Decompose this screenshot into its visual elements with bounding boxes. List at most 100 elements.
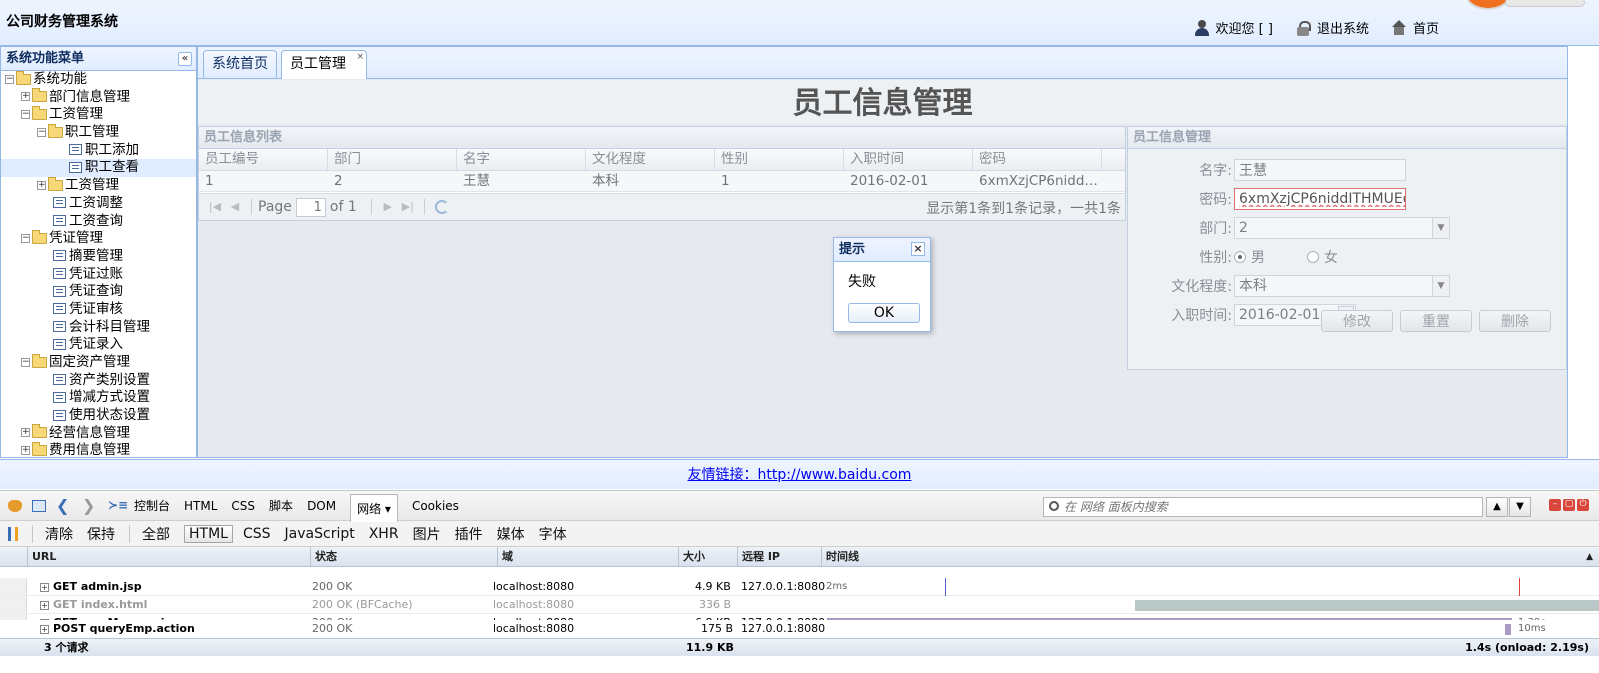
name-input[interactable] xyxy=(1234,159,1406,181)
inspect-icon[interactable] xyxy=(32,499,46,512)
gender-female-radio[interactable] xyxy=(1307,251,1319,263)
collapse-node-icon[interactable]: − xyxy=(5,74,14,84)
expand-node-icon[interactable]: + xyxy=(21,428,30,438)
col-size[interactable]: 大小 xyxy=(678,547,737,567)
sidebar-item[interactable]: 使用状态设置 xyxy=(1,407,196,425)
sidebar-item[interactable]: 会计科目管理 xyxy=(1,319,196,337)
filter-fonts[interactable]: 字体 xyxy=(539,524,567,544)
sidebar-item[interactable]: 职工添加 xyxy=(1,142,196,160)
filter-images[interactable]: 图片 xyxy=(413,524,441,544)
col-header-education[interactable]: 文化程度 xyxy=(586,149,715,170)
sort-arrow-icon[interactable]: ▲ xyxy=(1586,547,1593,567)
sidebar-item[interactable]: 凭证查询 xyxy=(1,283,196,301)
search-up-button[interactable]: ▲ xyxy=(1486,497,1508,517)
network-row-queryemp[interactable]: + POST queryEmp.action 200 OK localhost:8… xyxy=(0,620,1599,638)
sidebar-item[interactable]: − 系统功能 xyxy=(1,70,196,89)
delete-button[interactable]: 删除 xyxy=(1479,310,1551,332)
devtools-tab-html[interactable]: HTML xyxy=(184,499,217,513)
friend-link[interactable]: 友情链接：http://www.baidu.com xyxy=(688,467,912,483)
sidebar-collapse-button[interactable]: « xyxy=(178,52,192,66)
collapse-node-icon[interactable]: − xyxy=(21,233,30,243)
tab-employee-manage[interactable]: 员工管理 × xyxy=(281,50,367,79)
welcome-link[interactable]: 欢迎您 [ ] xyxy=(1194,18,1273,37)
col-url[interactable]: URL xyxy=(27,547,310,567)
last-page-icon[interactable]: ▶| xyxy=(401,200,415,214)
devtools-tab-console[interactable]: 控制台 xyxy=(134,497,170,514)
col-status[interactable]: 状态 xyxy=(310,547,497,567)
ok-button[interactable]: OK xyxy=(848,303,920,323)
power-icon[interactable]: ⏻ xyxy=(1577,499,1589,511)
col-timeline[interactable]: 时间线 xyxy=(821,547,1581,567)
col-header-id[interactable]: 员工编号 xyxy=(199,149,328,170)
sidebar-item[interactable]: 职工查看 xyxy=(1,159,196,178)
collapse-node-icon[interactable]: − xyxy=(21,109,30,119)
expand-icon[interactable]: + xyxy=(40,582,49,592)
col-remote-ip[interactable]: 远程 IP xyxy=(737,547,821,567)
logout-link[interactable]: 退出系统 xyxy=(1295,18,1369,37)
tab-home[interactable]: 系统首页 xyxy=(203,50,277,78)
command-line-icon[interactable]: ≻≡ xyxy=(108,498,128,514)
clear-button[interactable]: 清除 xyxy=(45,524,73,544)
devtools-tab-cookies[interactable]: Cookies xyxy=(412,499,459,513)
sidebar-item[interactable]: 增减方式设置 xyxy=(1,389,196,407)
expand-node-icon[interactable]: + xyxy=(21,92,30,102)
filter-html[interactable]: HTML xyxy=(184,524,233,543)
sidebar-item[interactable]: 凭证审核 xyxy=(1,301,196,319)
chevron-down-icon[interactable]: ▼ xyxy=(1432,218,1449,238)
filter-css[interactable]: CSS xyxy=(243,526,271,542)
detach-icon[interactable]: ▢ xyxy=(1563,499,1575,511)
sidebar-item[interactable]: 凭证录入 xyxy=(1,336,196,354)
sidebar-item[interactable]: − 职工管理 xyxy=(1,123,196,142)
forward-arrow-icon[interactable]: ❯ xyxy=(82,497,98,514)
col-header-hire-date[interactable]: 入职时间 xyxy=(844,149,973,170)
first-page-icon[interactable]: |◀ xyxy=(208,200,222,214)
expand-icon[interactable]: + xyxy=(40,624,49,634)
back-arrow-icon[interactable]: ❮ xyxy=(56,497,72,514)
sidebar-item[interactable]: + 经营信息管理 xyxy=(1,424,196,443)
home-link[interactable]: 首页 xyxy=(1391,18,1439,37)
modify-button[interactable]: 修改 xyxy=(1321,310,1393,332)
sidebar-item[interactable]: − 工资管理 xyxy=(1,105,196,124)
col-header-gender[interactable]: 性别 xyxy=(715,149,844,170)
devtools-tab-css[interactable]: CSS xyxy=(231,499,255,513)
collapse-node-icon[interactable]: − xyxy=(37,127,46,137)
chevron-down-icon[interactable]: ▼ xyxy=(1432,276,1449,296)
filter-plugins[interactable]: 插件 xyxy=(455,524,483,544)
collapse-node-icon[interactable]: − xyxy=(21,357,30,367)
filter-all[interactable]: 全部 xyxy=(142,524,170,544)
prev-page-icon[interactable]: ◀ xyxy=(228,200,242,214)
sidebar-item[interactable]: − 凭证管理 xyxy=(1,229,196,248)
sidebar-item[interactable]: 资产类别设置 xyxy=(1,372,196,390)
sidebar-item[interactable]: 工资调整 xyxy=(1,195,196,213)
firebug-icon[interactable] xyxy=(8,499,22,512)
sidebar-item[interactable]: + 工资管理 xyxy=(1,176,196,195)
filter-xhr[interactable]: XHR xyxy=(369,526,399,542)
expand-icon[interactable]: + xyxy=(40,600,49,610)
table-row[interactable]: 1 2 王慧 本科 1 2016-02-01 6xmXzjCP6niddl... xyxy=(199,171,1125,192)
network-search-input[interactable] xyxy=(1043,497,1483,517)
col-header-password[interactable]: 密码 xyxy=(973,149,1102,170)
page-number-input[interactable] xyxy=(295,197,326,217)
sidebar-item[interactable]: + 费用信息管理 xyxy=(1,441,196,457)
expand-node-icon[interactable]: + xyxy=(37,180,46,190)
network-row-index[interactable]: + GET index.html 200 OK (BFCache) localho… xyxy=(0,596,1599,614)
col-header-name[interactable]: 名字 xyxy=(457,149,586,170)
refresh-icon[interactable] xyxy=(434,200,449,214)
sidebar-item[interactable]: − 固定资产管理 xyxy=(1,353,196,372)
gender-male-radio[interactable] xyxy=(1234,251,1246,263)
expand-node-icon[interactable]: + xyxy=(21,445,30,455)
close-icon[interactable]: × xyxy=(911,242,925,256)
network-row-admin[interactable]: + GET admin.jsp 200 OK localhost:8080 4.9… xyxy=(0,578,1599,596)
devtools-tab-network[interactable]: 网络 ▾ xyxy=(350,493,398,522)
tab-close-icon[interactable]: × xyxy=(356,52,364,62)
dept-select[interactable]: 2 ▼ xyxy=(1234,217,1450,239)
devtools-tab-script[interactable]: 脚本 xyxy=(269,497,293,514)
col-domain[interactable]: 域 xyxy=(497,547,678,567)
search-down-button[interactable]: ▼ xyxy=(1509,497,1531,517)
password-input[interactable] xyxy=(1234,188,1406,210)
sidebar-item[interactable]: + 部门信息管理 xyxy=(1,88,196,107)
pause-icon[interactable] xyxy=(8,526,18,541)
minimize-icon[interactable]: – xyxy=(1549,499,1561,511)
persist-button[interactable]: 保持 xyxy=(87,524,115,544)
reset-button[interactable]: 重置 xyxy=(1400,310,1472,332)
